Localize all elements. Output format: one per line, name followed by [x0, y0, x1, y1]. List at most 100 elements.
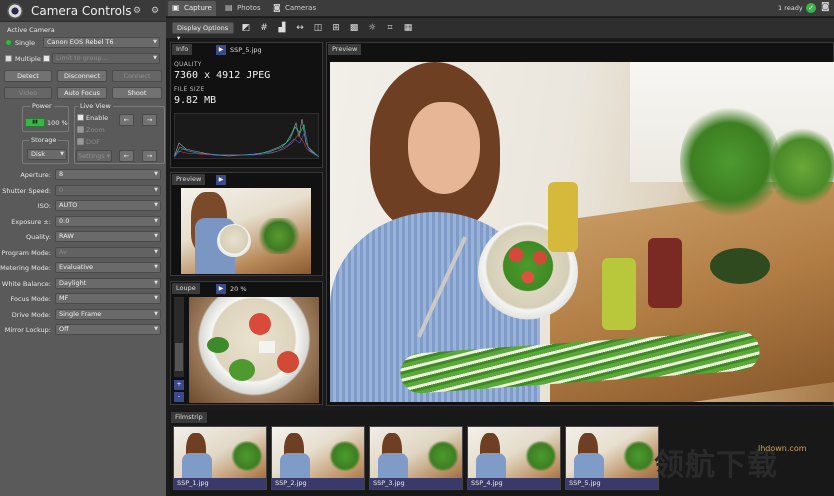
loupe-play-button[interactable]: ▶ — [216, 284, 226, 294]
chevron-down-icon: ▼ — [154, 233, 158, 239]
lv-right-arrow-button-2[interactable]: → — [142, 150, 157, 162]
crop-icon[interactable]: ⌗ — [384, 22, 396, 34]
zoom-checkbox[interactable] — [77, 126, 84, 133]
settings-gear-icon[interactable]: ⚙ — [132, 6, 142, 16]
filmstrip-thumbnail[interactable]: SSP_5.jpg — [565, 426, 659, 490]
main-preview-image — [330, 62, 834, 402]
enable-checkbox[interactable] — [77, 114, 84, 121]
setting-select[interactable]: 0 ▼ — [55, 185, 161, 196]
info-play-button[interactable]: ▶ — [216, 45, 226, 55]
grid-icon[interactable]: # — [258, 22, 270, 34]
histogram-chart — [174, 113, 319, 159]
display-options-button[interactable]: Display Options ▾ — [172, 22, 234, 42]
setting-select[interactable]: MF ▼ — [55, 293, 161, 304]
info-tab: Info — [172, 44, 193, 55]
thumbnail-shirt — [182, 453, 212, 481]
main-tab-bar: ▣ Capture ▤ Photos ◙ Cameras 1 ready ✓ ◙ — [166, 0, 834, 17]
setting-value: Daylight — [59, 279, 87, 287]
thumbnail-greens — [622, 441, 656, 471]
setting-select[interactable]: Av ▼ — [55, 247, 161, 258]
chevron-down-icon: ▼ — [154, 187, 158, 193]
disconnect-button[interactable]: Disconnect — [57, 70, 107, 82]
filmstrip-thumbnail[interactable]: SSP_4.jpg — [467, 426, 561, 490]
loupe-zoom-slider[interactable] — [174, 297, 184, 377]
capture-icon: ▣ — [172, 3, 180, 12]
thumbnail-shirt — [280, 453, 310, 481]
qr-icon[interactable]: ▦ — [402, 22, 414, 34]
setting-label: White Balance: — [1, 280, 51, 288]
settings-button[interactable]: Settings ▾ — [76, 150, 112, 162]
clipping-icon[interactable]: ▩ — [348, 22, 360, 34]
storage-select[interactable]: Disk ▼ — [27, 149, 67, 160]
battery-icon: ▮▮ — [25, 118, 45, 127]
loupe-zoom-out-button[interactable]: - — [174, 392, 184, 402]
filmstrip-thumbnail[interactable]: SSP_2.jpg — [271, 426, 365, 490]
multiple-radio[interactable] — [5, 55, 12, 62]
multiple-label: Multiple — [15, 55, 41, 63]
dof-checkbox[interactable] — [77, 138, 84, 145]
power-percent: 100 % — [47, 119, 68, 127]
tab-capture[interactable]: ▣ Capture — [168, 1, 216, 16]
focus-points-icon[interactable]: ⊞ — [330, 22, 342, 34]
loupe-zoom-in-button[interactable]: + — [174, 380, 184, 390]
quality-label: QUALITY — [174, 61, 202, 68]
tab-photos[interactable]: ▤ Photos — [221, 1, 265, 16]
setting-select[interactable]: Evaluative ▼ — [55, 262, 161, 273]
chevron-down-icon: ▼ — [154, 311, 158, 317]
fit-width-icon[interactable]: ↔ — [294, 22, 306, 34]
options-gear-icon[interactable]: ⚙ — [150, 6, 160, 16]
setting-select[interactable]: Daylight ▼ — [55, 278, 161, 289]
detect-button[interactable]: Detect — [4, 70, 52, 82]
tab-cameras[interactable]: ◙ Cameras — [269, 1, 319, 16]
chevron-down-icon: ▼ — [154, 326, 158, 332]
file-size-label: FILE SIZE — [174, 86, 205, 93]
setting-select[interactable]: RAW ▼ — [55, 231, 161, 242]
auto-focus-button[interactable]: Auto Focus — [57, 87, 107, 99]
main-preview-panel: Preview — [326, 42, 834, 406]
lv-left-arrow-button[interactable]: ← — [119, 114, 134, 126]
power-label: Power — [30, 102, 54, 110]
connect-button[interactable]: Connect — [112, 70, 162, 82]
filmstrip-thumbnail[interactable]: SSP_3.jpg — [369, 426, 463, 490]
title-bar: Camera Controls ⚙ ⚙ — [0, 0, 166, 22]
single-radio[interactable] — [5, 39, 12, 46]
setting-label: Mirror Lockup: — [4, 326, 51, 334]
loupe-zoom: 20 % — [230, 285, 247, 293]
camera-icon[interactable]: ◙ — [821, 2, 830, 12]
limit-group-checkbox[interactable] — [43, 55, 50, 62]
brightness-icon[interactable]: ☼ — [366, 22, 378, 34]
thumbnail-shirt — [378, 453, 408, 481]
video-button[interactable]: Video — [4, 87, 52, 99]
photos-icon: ▤ — [225, 3, 233, 12]
thumbnail-greens — [524, 441, 558, 471]
contrast-icon[interactable]: ◩ — [240, 22, 252, 34]
overlay-icon[interactable]: ◫ — [312, 22, 324, 34]
camera-select[interactable]: Canon EOS Rebel T6 ▼ — [43, 37, 160, 48]
histogram-icon[interactable]: ▟ — [276, 22, 288, 34]
loupe-panel: Loupe ▶ 20 % + - — [170, 281, 323, 405]
chevron-down-icon: ▼ — [154, 280, 158, 286]
lv-left-arrow-button-2[interactable]: ← — [119, 150, 134, 162]
shoot-button[interactable]: Shoot — [112, 87, 162, 99]
active-camera-label: Active Camera — [7, 26, 55, 34]
thumbnail-caption: SSP_4.jpg — [468, 478, 560, 489]
filmstrip-thumbnail[interactable]: SSP_1.jpg — [173, 426, 267, 490]
cameras-icon: ◙ — [273, 3, 281, 12]
enable-label: Enable — [86, 114, 109, 122]
setting-select[interactable]: 0.0 ▼ — [55, 216, 161, 227]
setting-select[interactable]: AUTO ▼ — [55, 200, 161, 211]
capture-toolbar: Display Options ▾ ◩ # ▟ ↔ ◫ ⊞ ▩ ☼ ⌗ ▦ — [166, 18, 834, 42]
setting-value: Single Frame — [59, 310, 102, 318]
watermark-url: lhdown.com — [758, 444, 807, 453]
thumbnail-greens — [328, 441, 362, 471]
file-size: 9.82 MB — [174, 95, 217, 106]
small-preview-play-button[interactable]: ▶ — [216, 175, 226, 185]
small-preview-tab: Preview — [172, 174, 206, 185]
setting-select[interactable]: Single Frame ▼ — [55, 309, 161, 320]
setting-label: Quality: — [26, 233, 51, 241]
lv-right-arrow-button[interactable]: → — [142, 114, 157, 126]
setting-select[interactable]: 8 ▼ — [55, 169, 161, 180]
thumbnail-shirt — [476, 453, 506, 481]
group-select[interactable]: Limit to group... ▼ — [52, 53, 160, 64]
setting-select[interactable]: Off ▼ — [55, 324, 161, 335]
